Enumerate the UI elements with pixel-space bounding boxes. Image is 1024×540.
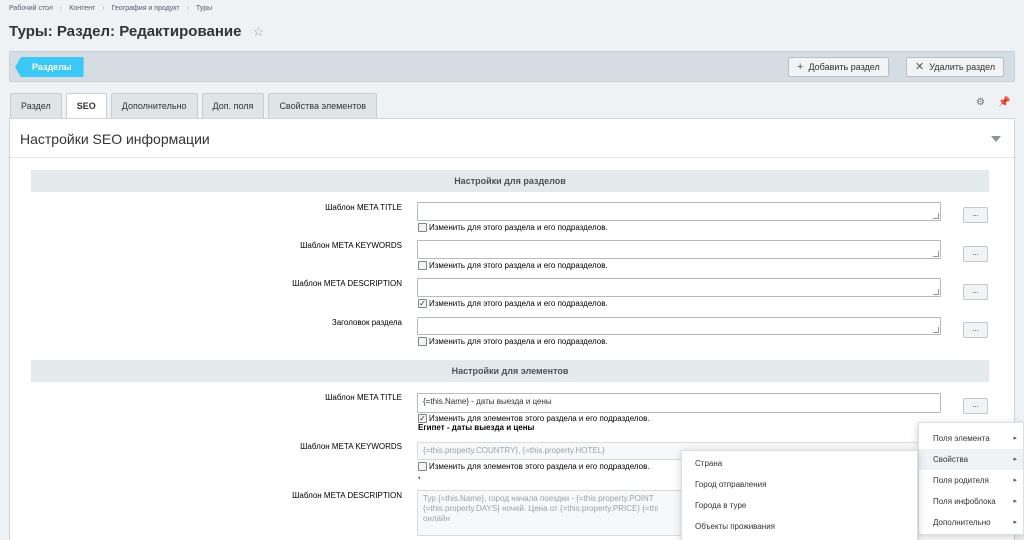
menu-item-properties[interactable]: Свойства ▸ — [919, 449, 1023, 470]
submenu-item-tour-cities[interactable]: Города в туре — [682, 495, 917, 516]
field-label: Шаблон META TITLE — [325, 203, 402, 212]
section-meta-title-checkbox[interactable]: Изменить для этого раздела и его подразд… — [418, 223, 608, 232]
submenu-item-departure-city[interactable]: Город отправления — [682, 474, 917, 495]
insert-macro-button[interactable]: ... — [963, 207, 988, 223]
toolbar: Разделы + Добавить раздел ✕ Удалить разд… — [9, 51, 1015, 82]
pin-icon[interactable]: 📌 — [998, 97, 1010, 108]
menu-item-iblock-fields[interactable]: Поля инфоблока ▸ — [919, 491, 1023, 512]
breadcrumb-item-content[interactable]: Контент — [69, 5, 95, 12]
close-icon: ✕ — [915, 61, 925, 73]
checkbox-label: Изменить для этого раздела и его подразд… — [429, 223, 608, 232]
insert-macro-button[interactable]: ... — [963, 322, 988, 338]
tabs-tools: ⚙ 📌 — [976, 97, 1010, 108]
menu-item-label: Поля инфоблока — [933, 497, 996, 506]
context-menu: Поля элемента ▸ Свойства ▸ Поля родителя… — [918, 422, 1024, 535]
tab-seo[interactable]: SEO — [65, 93, 107, 118]
section-meta-keywords-field[interactable] — [417, 240, 941, 259]
element-meta-description-field[interactable]: Тур {=this.Name}, город начала поездки -… — [417, 490, 685, 536]
menu-item-label: Поля элемента — [933, 434, 990, 443]
add-section-button[interactable]: + Добавить раздел — [788, 57, 889, 77]
meta-keywords-preview: , — [418, 471, 421, 480]
submenu-item-country[interactable]: Страна — [682, 453, 917, 474]
chevron-right-icon: ▸ — [1013, 477, 1017, 484]
element-meta-title-checkbox[interactable]: ✓ Изменить для элементов этого раздела и… — [418, 414, 650, 423]
insert-macro-button[interactable]: ... — [963, 284, 988, 300]
star-icon[interactable]: ☆ — [252, 24, 264, 40]
page-title: Туры: Раздел: Редактирование — [9, 23, 242, 40]
chevron-right-icon: ▸ — [1013, 435, 1017, 442]
chevron-right-icon: ▸ — [1013, 498, 1017, 505]
gear-icon[interactable]: ⚙ — [976, 97, 985, 108]
checkbox[interactable] — [418, 261, 427, 270]
meta-title-preview: Египет - даты выезда и цены — [418, 423, 535, 432]
element-meta-keywords-checkbox[interactable]: Изменить для элементов этого раздела и е… — [418, 462, 650, 471]
checkbox-checked[interactable]: ✓ — [418, 414, 427, 423]
field-label: Шаблон META TITLE — [325, 393, 402, 402]
checkbox[interactable] — [418, 337, 427, 346]
field-label: Шаблон META KEYWORDS — [300, 241, 402, 250]
checkbox-label: Изменить для элементов этого раздела и е… — [429, 462, 650, 471]
checkbox-label: Изменить для этого раздела и его подразд… — [429, 261, 608, 270]
section-heading-field[interactable] — [417, 317, 941, 335]
chevron-right-icon: ▸ — [1013, 456, 1017, 463]
section-meta-description-checkbox[interactable]: ✓ Изменить для этого раздела и его подра… — [418, 299, 608, 308]
chevron-right-icon: › — [186, 5, 189, 12]
tab-additional[interactable]: Дополнительно — [110, 93, 198, 118]
menu-item-label: Свойства — [933, 455, 969, 464]
field-label: Шаблон META DESCRIPTION — [292, 491, 402, 500]
section-heading-checkbox[interactable]: Изменить для этого раздела и его подразд… — [418, 337, 608, 346]
field-label: Шаблон META KEYWORDS — [300, 442, 402, 451]
divider — [10, 157, 1014, 158]
insert-macro-button[interactable]: ... — [963, 246, 988, 262]
section-meta-title-field[interactable] — [417, 202, 941, 221]
section-header-elements: Настройки для элементов — [31, 360, 989, 382]
delete-section-label: Удалить раздел — [929, 62, 996, 72]
tabs: Раздел SEO Дополнительно Доп. поля Свойс… — [10, 93, 381, 118]
tab-element-properties[interactable]: Свойства элементов — [268, 93, 378, 118]
insert-macro-button[interactable]: ... — [963, 398, 988, 414]
section-meta-description-field[interactable] — [417, 278, 941, 297]
chevron-right-icon: › — [59, 5, 63, 12]
sections-button[interactable]: Разделы — [15, 57, 84, 77]
delete-section-button[interactable]: ✕ Удалить раздел — [906, 57, 1005, 77]
chevron-right-icon: ▸ — [1013, 519, 1017, 526]
menu-item-label: Поля родителя — [933, 476, 989, 485]
menu-item-label: Дополнительно — [933, 518, 991, 527]
field-label: Заголовок раздела — [331, 318, 402, 327]
checkbox[interactable] — [418, 223, 427, 232]
section-meta-keywords-checkbox[interactable]: Изменить для этого раздела и его подразд… — [418, 261, 608, 270]
checkbox[interactable] — [418, 462, 427, 471]
menu-item-parent-fields[interactable]: Поля родителя ▸ — [919, 470, 1023, 491]
breadcrumb-item-tours[interactable]: Туры — [196, 5, 212, 12]
add-section-label: Добавить раздел — [808, 62, 880, 72]
checkbox-checked[interactable]: ✓ — [418, 299, 427, 308]
checkbox-label: Изменить для этого раздела и его подразд… — [429, 299, 608, 308]
tab-section[interactable]: Раздел — [10, 93, 62, 118]
breadcrumb: Рабочий стол › Контент › География и про… — [9, 5, 212, 12]
page-title-row: Туры: Раздел: Редактирование ☆ — [9, 23, 264, 40]
field-label: Шаблон META DESCRIPTION — [292, 279, 402, 288]
menu-item-additional[interactable]: Дополнительно ▸ — [919, 512, 1023, 533]
tab-extra-fields[interactable]: Доп. поля — [201, 93, 265, 118]
breadcrumb-item-desktop[interactable]: Рабочий стол — [9, 5, 53, 12]
chevron-down-icon[interactable] — [991, 136, 1001, 142]
section-header-sections: Настройки для разделов — [31, 170, 989, 192]
element-meta-title-field[interactable]: {=this.Name} - даты выезда и цены — [417, 393, 941, 413]
chevron-right-icon: › — [102, 5, 105, 12]
breadcrumb-item-geography[interactable]: География и продукт — [112, 5, 180, 12]
panel-title: Настройки SEO информации — [20, 131, 210, 147]
checkbox-label: Изменить для этого раздела и его подразд… — [429, 337, 608, 346]
plus-icon: + — [797, 61, 804, 73]
context-submenu: Страна Город отправления Города в туре О… — [681, 450, 918, 540]
checkbox-label: Изменить для элементов этого раздела и е… — [429, 414, 650, 423]
menu-item-element-fields[interactable]: Поля элемента ▸ — [919, 428, 1023, 449]
submenu-item-accommodation[interactable]: Объекты проживания — [682, 516, 917, 537]
